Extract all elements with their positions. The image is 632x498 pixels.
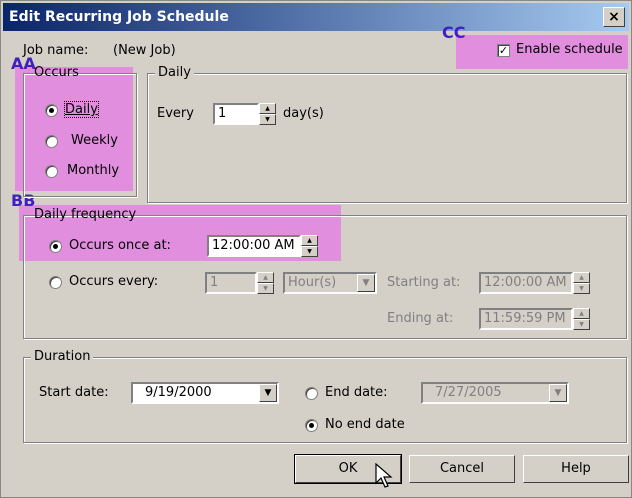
daily-radio-label[interactable]: Daily: [64, 101, 99, 118]
cancel-button[interactable]: Cancel: [409, 455, 515, 483]
days-unit-label: day(s): [283, 106, 324, 121]
enable-schedule-label[interactable]: Enable schedule: [516, 42, 623, 57]
every-label: Every: [157, 106, 194, 121]
end-date-label[interactable]: End date:: [325, 385, 388, 400]
starting-at-label: Starting at:: [387, 275, 461, 290]
daily-radio[interactable]: [45, 104, 58, 117]
ending-at-input[interactable]: 11:59:59 PM: [479, 308, 573, 330]
spin-down-icon[interactable]: ▼: [257, 283, 274, 294]
ending-at-spinner[interactable]: ▲ ▼: [573, 308, 590, 330]
occurs-once-radio[interactable]: [49, 240, 62, 253]
occurs-once-label[interactable]: Occurs once at:: [69, 238, 171, 253]
spin-down-icon[interactable]: ▼: [259, 114, 276, 125]
spin-down-icon[interactable]: ▼: [573, 283, 590, 294]
occurs-once-time-input[interactable]: 12:00:00 AM: [207, 235, 301, 257]
starting-at-spinner[interactable]: ▲ ▼: [573, 272, 590, 294]
enable-schedule-checkbox[interactable]: ✓: [497, 44, 510, 57]
spin-up-icon[interactable]: ▲: [257, 272, 274, 283]
daily-legend: Daily: [155, 65, 194, 80]
no-end-date-radio[interactable]: [305, 419, 318, 432]
close-button[interactable]: ×: [603, 7, 625, 27]
occurs-every-label[interactable]: Occurs every:: [69, 274, 158, 289]
job-name-value: (New Job): [113, 43, 176, 58]
occurs-every-radio[interactable]: [49, 276, 62, 289]
help-button[interactable]: Help: [523, 455, 629, 483]
spin-up-icon[interactable]: ▲: [301, 235, 318, 246]
monthly-radio-label[interactable]: Monthly: [67, 163, 119, 178]
window-title: Edit Recurring Job Schedule: [9, 9, 229, 25]
occurs-once-spinner[interactable]: ▲ ▼: [301, 235, 318, 257]
start-date-dropdown-arrow-icon[interactable]: ▼: [259, 384, 277, 402]
starting-at-input[interactable]: 12:00:00 AM: [479, 272, 573, 294]
daily-frequency-legend: Daily frequency: [34, 207, 137, 222]
every-days-input[interactable]: 1: [213, 103, 259, 125]
weekly-radio[interactable]: [45, 135, 58, 148]
ending-at-label: Ending at:: [387, 311, 454, 326]
title-bar: Edit Recurring Job Schedule ×: [3, 3, 629, 31]
start-date-label: Start date:: [39, 385, 109, 400]
job-name-label: Job name:: [23, 43, 89, 58]
spin-up-icon[interactable]: ▲: [259, 103, 276, 114]
no-end-date-label[interactable]: No end date: [325, 417, 405, 432]
occurs-every-spinner[interactable]: ▲ ▼: [257, 272, 274, 294]
weekly-radio-label[interactable]: Weekly: [71, 133, 118, 148]
occurs-every-input[interactable]: 1: [205, 272, 257, 294]
edit-recurring-job-schedule-dialog: Edit Recurring Job Schedule × AA BB CC J…: [0, 0, 632, 498]
unit-dropdown-arrow-icon[interactable]: ▼: [357, 274, 375, 292]
spin-down-icon[interactable]: ▼: [573, 319, 590, 330]
spin-up-icon[interactable]: ▲: [573, 272, 590, 283]
every-days-spinner[interactable]: ▲ ▼: [259, 103, 276, 125]
spin-up-icon[interactable]: ▲: [573, 308, 590, 319]
spin-down-icon[interactable]: ▼: [301, 246, 318, 257]
annotation-cc: CC: [442, 23, 466, 42]
duration-legend: Duration: [31, 349, 94, 364]
daily-group: [147, 73, 627, 203]
mouse-cursor-icon: [375, 463, 393, 488]
end-date-dropdown-arrow-icon[interactable]: ▼: [549, 384, 567, 402]
end-date-radio[interactable]: [305, 387, 318, 400]
monthly-radio[interactable]: [45, 165, 58, 178]
occurs-legend: Occurs: [34, 65, 79, 80]
start-date-input[interactable]: 9/19/2000: [131, 382, 279, 404]
end-date-input[interactable]: 7/27/2005: [421, 382, 569, 404]
